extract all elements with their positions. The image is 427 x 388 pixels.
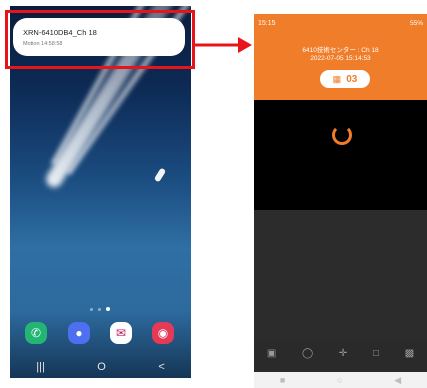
right-back-icon[interactable]: ◀ <box>394 375 401 386</box>
camera-title: 6410技術センター : Ch 18 <box>302 47 379 54</box>
boat-wallpaper <box>153 167 167 183</box>
notification-highlight-box <box>5 10 195 69</box>
ptz-icon[interactable]: ◯ <box>302 348 313 359</box>
navigation-bar: ||| O < <box>10 356 191 378</box>
playback-controls: ▣ ◯ ✛ □ ▩ <box>254 344 427 362</box>
record-icon[interactable]: ▩ <box>405 348 414 359</box>
right-recents-icon[interactable]: ■ <box>280 375 285 385</box>
camera-datetime: 2022-07-05 15:14:53 <box>310 55 371 62</box>
right-navigation-bar: ■ ○ ◀ <box>254 372 427 388</box>
page-indicator <box>90 307 110 311</box>
right-phone-screen: 15:15 55% 6410技術センター : Ch 18 2022-07-05 … <box>254 14 427 388</box>
channel-number: 03 <box>346 73 358 85</box>
snapshot-icon[interactable]: ▣ <box>267 348 276 359</box>
back-button[interactable]: < <box>158 361 164 373</box>
zoom-icon[interactable]: □ <box>373 348 379 359</box>
home-button[interactable]: O <box>97 361 106 373</box>
status-time: 15:15 <box>258 20 276 27</box>
mail-icon[interactable]: ✉ <box>110 322 132 344</box>
move-icon[interactable]: ✛ <box>339 348 347 359</box>
recents-button[interactable]: ||| <box>36 361 45 373</box>
loading-spinner <box>332 125 352 145</box>
battery-level: 55% <box>409 20 423 27</box>
camera-header: 15:15 55% 6410技術センター : Ch 18 2022-07-05 … <box>254 14 427 100</box>
video-view[interactable] <box>254 100 427 210</box>
camera-icon[interactable]: ◉ <box>152 322 174 344</box>
arrow-icon <box>192 37 252 53</box>
channel-icon: ▦ <box>332 73 342 84</box>
right-home-icon[interactable]: ○ <box>337 375 342 385</box>
phone-icon[interactable]: ✆ <box>25 322 47 344</box>
channel-selector[interactable]: ▦ 03 <box>320 70 370 88</box>
messages-icon[interactable]: ● <box>68 322 90 344</box>
video-lower-area <box>254 210 427 340</box>
